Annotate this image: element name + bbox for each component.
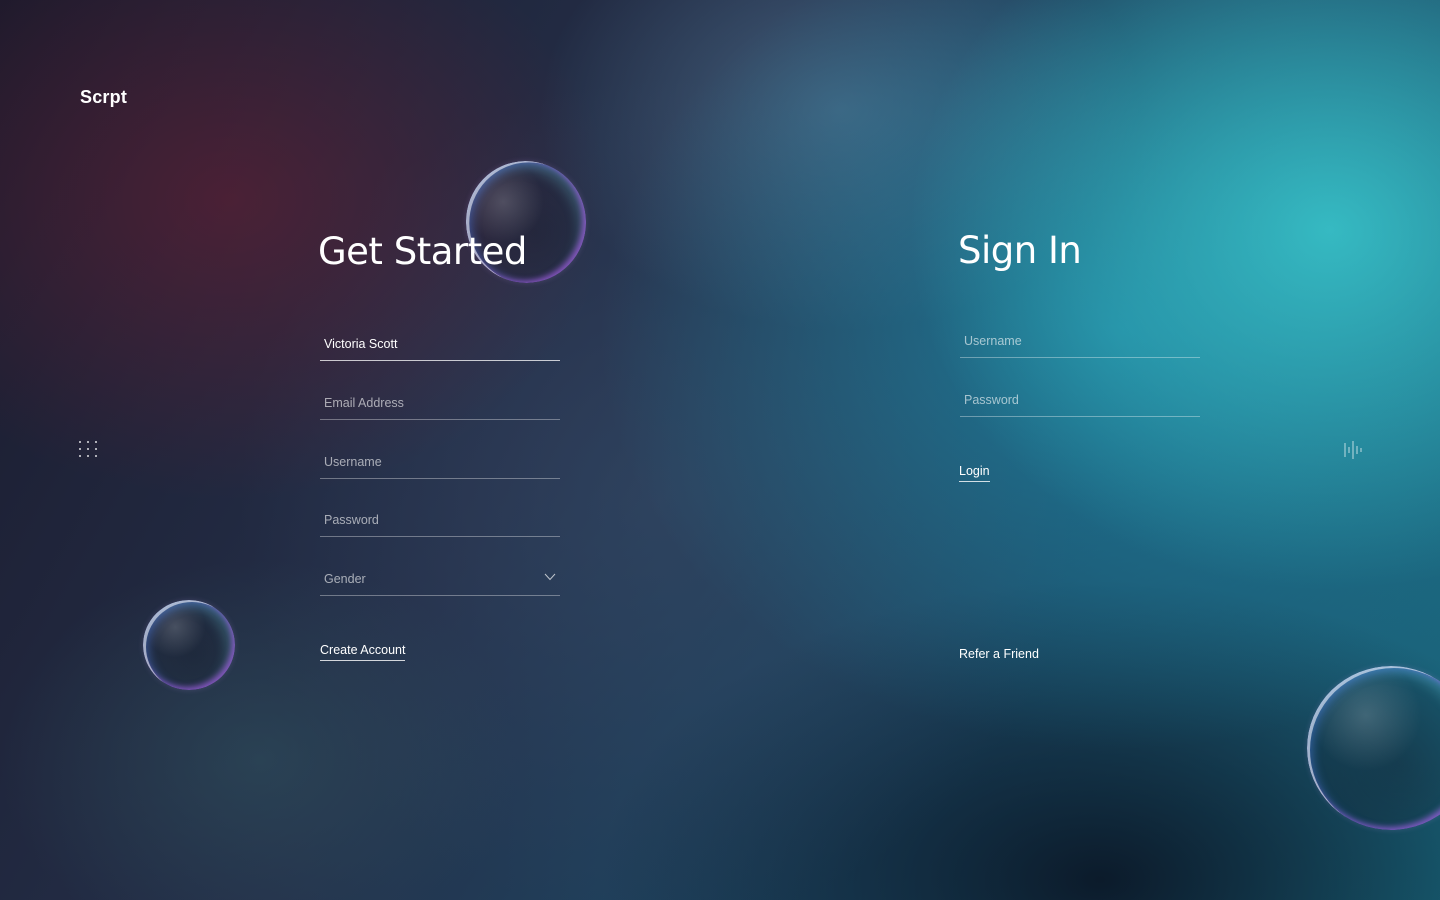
register-username-input[interactable] [324,452,544,472]
register-username-field [320,450,560,479]
full-name-input[interactable] [324,334,544,354]
create-account-button[interactable]: Create Account [320,643,406,661]
bubble-decoration-right [1307,666,1440,830]
login-button[interactable]: Login [959,464,990,482]
email-input[interactable] [324,393,544,413]
register-password-input[interactable] [324,510,544,530]
email-field [320,391,560,420]
chevron-down-icon [544,573,556,581]
signin-username-input[interactable] [964,331,1184,351]
signin-password-input[interactable] [964,390,1184,410]
grid-menu-icon[interactable] [79,441,97,457]
refer-friend-link[interactable]: Refer a Friend [959,647,1039,661]
full-name-field [320,332,560,361]
register-password-field [320,508,560,537]
signin-password-field [960,388,1200,417]
login-page: Scrpt Get Started Gender [0,0,1440,900]
signin-title: Sign In [958,229,1082,272]
signin-username-field [960,329,1200,358]
gender-select[interactable]: Gender [320,567,560,596]
register-title: Get Started [318,230,527,273]
gender-select-value: Gender [324,572,366,586]
sound-wave-icon[interactable] [1343,440,1363,460]
brand-logo[interactable]: Scrpt [80,87,127,108]
bubble-decoration-left [143,600,235,690]
